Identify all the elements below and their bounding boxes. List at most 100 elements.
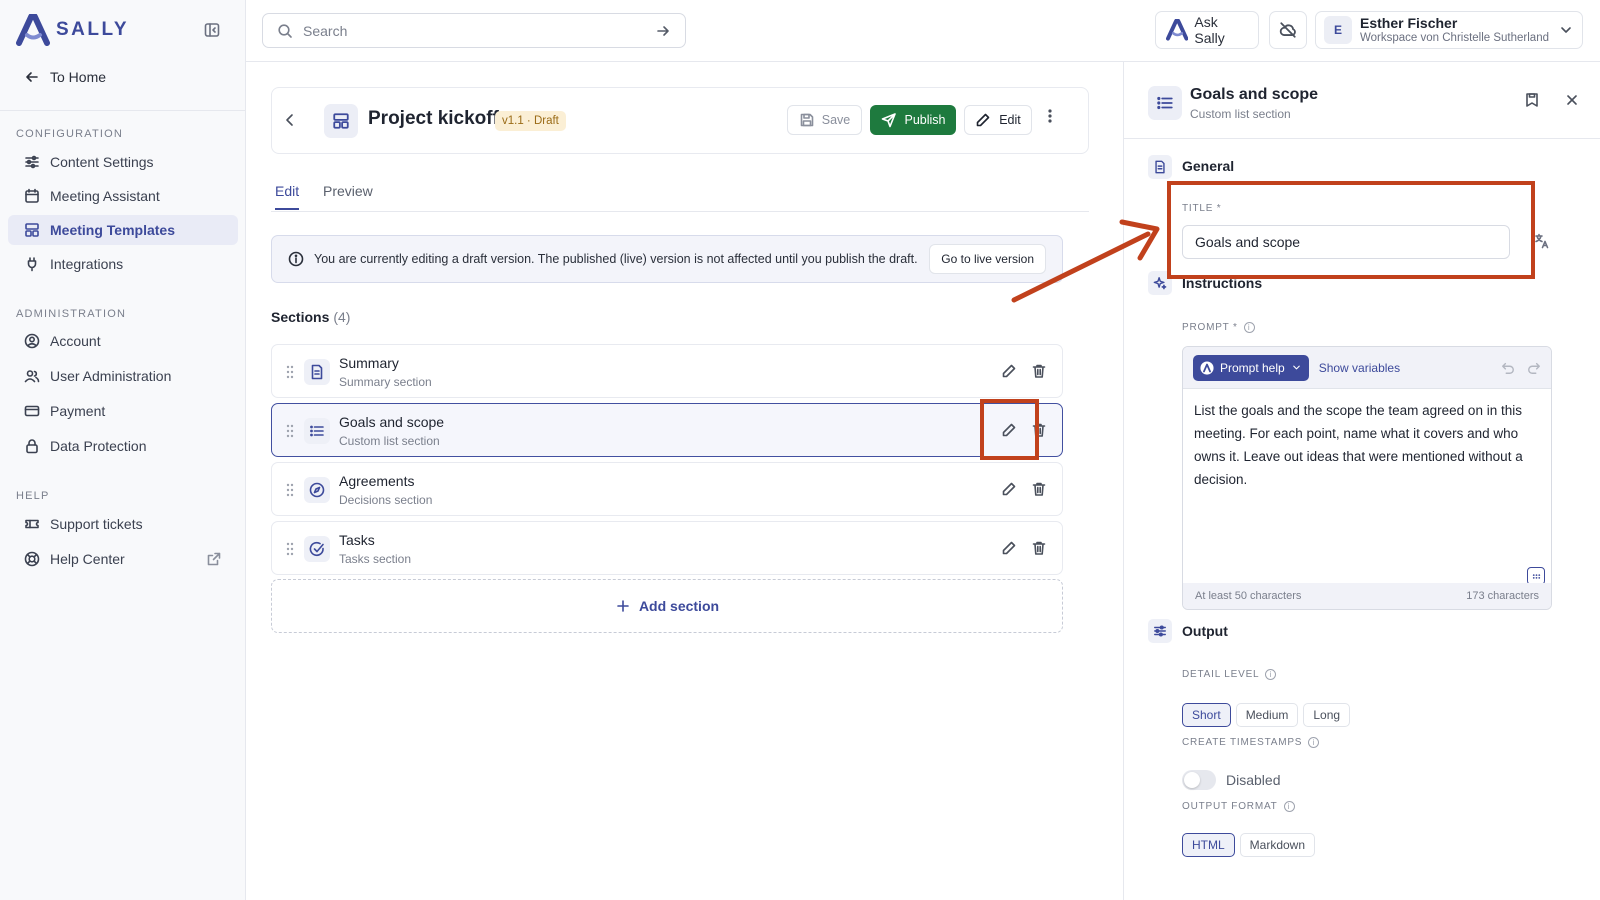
sidebar-item-meeting-templates[interactable]: Meeting Templates <box>8 215 238 245</box>
lock-icon <box>26 439 38 454</box>
trash-icon[interactable] <box>1031 363 1047 379</box>
sidebar-item-help-center[interactable]: Help Center <box>8 544 238 574</box>
panel-header: Goals and scope Custom list section <box>1124 62 1600 139</box>
section-type-icon <box>304 477 330 503</box>
close-icon[interactable] <box>1564 92 1580 108</box>
edit-button[interactable]: Edit <box>964 105 1032 135</box>
sally-logo-icon <box>16 14 50 46</box>
prompt-label-text: PROMPT * <box>1182 322 1238 333</box>
tab-edit[interactable]: Edit <box>275 183 300 210</box>
title-input[interactable] <box>1182 225 1510 259</box>
detail-level-long[interactable]: Long <box>1303 703 1351 727</box>
info-icon: i <box>1265 669 1277 680</box>
sidebar-item-payment[interactable]: Payment <box>8 396 238 426</box>
section-card-agreements[interactable]: Agreements Decisions section <box>271 462 1063 516</box>
drag-handle-icon[interactable] <box>282 423 298 439</box>
grid-dots-icon <box>1532 573 1540 579</box>
list-icon <box>310 425 324 437</box>
prompt-textarea[interactable]: List the goals and the scope the team ag… <box>1183 389 1551 585</box>
sidebar-item-support-tickets[interactable]: Support tickets <box>8 509 238 539</box>
sidebar-item-user-administration[interactable]: User Administration <box>8 361 238 391</box>
template-header: Project kickoff v1.1 · Draft Save Publis… <box>271 87 1089 154</box>
to-home-link[interactable]: To Home <box>24 69 106 85</box>
panel-subtitle: Custom list section <box>1190 107 1291 121</box>
sidebar-item-data-protection[interactable]: Data Protection <box>8 431 238 461</box>
sidebar-item-account[interactable]: Account <box>8 326 238 356</box>
sidebar-item-content-settings[interactable]: Content Settings <box>8 147 238 177</box>
more-options-button[interactable] <box>1042 108 1058 124</box>
format-markdown[interactable]: Markdown <box>1239 833 1316 857</box>
collapse-sidebar-button[interactable] <box>204 22 220 38</box>
pencil-icon[interactable] <box>1001 481 1017 497</box>
detail-level-selector: Short Medium Long <box>1182 703 1351 727</box>
section-administration: ADMINISTRATION <box>16 308 127 320</box>
sally-logo-icon <box>1166 19 1189 41</box>
add-section-button[interactable]: Add section <box>271 579 1063 633</box>
topbar: Search Ask Sally E Esther Fischer Worksp… <box>246 0 1600 62</box>
undo-icon[interactable] <box>1501 361 1515 375</box>
bookmark-save-icon[interactable] <box>1524 92 1540 108</box>
detail-level-label: DETAIL LEVEL i <box>1182 669 1277 680</box>
pencil-icon[interactable] <box>1001 363 1017 379</box>
sally-badge-icon <box>1200 360 1214 375</box>
timestamps-state: Disabled <box>1226 772 1281 788</box>
sections-title: Sections <box>271 309 330 325</box>
card-icon <box>24 405 40 417</box>
sidebar-item-integrations[interactable]: Integrations <box>8 249 238 279</box>
user-menu[interactable]: E Esther Fischer Workspace von Christell… <box>1315 11 1583 49</box>
prompt-help-label: Prompt help <box>1220 360 1285 375</box>
translate-icon[interactable] <box>1534 233 1550 249</box>
drag-handle-icon[interactable] <box>282 541 298 557</box>
ask-sally-button[interactable]: Ask Sally <box>1155 11 1259 49</box>
min-chars-hint: At least 50 characters <box>1195 590 1302 602</box>
search-input[interactable]: Search <box>262 13 686 48</box>
section-detail-panel: Goals and scope Custom list section Gene… <box>1123 62 1600 900</box>
sidebar-item-label: Integrations <box>50 256 124 272</box>
section-configuration: CONFIGURATION <box>16 128 124 140</box>
tab-preview[interactable]: Preview <box>323 183 373 208</box>
publish-button[interactable]: Publish <box>870 105 956 135</box>
format-html[interactable]: HTML <box>1182 833 1235 857</box>
section-type-icon <box>304 418 330 444</box>
panel-section-icon <box>1148 86 1182 120</box>
section-type-icon <box>304 359 330 385</box>
pencil-icon[interactable] <box>1001 540 1017 556</box>
prompt-help-button[interactable]: Prompt help <box>1193 354 1309 381</box>
back-button[interactable] <box>282 112 298 128</box>
save-button[interactable]: Save <box>787 105 862 135</box>
go-to-live-button[interactable]: Go to live version <box>929 244 1046 274</box>
pencil-icon[interactable] <box>1001 422 1017 438</box>
arrow-left-icon <box>26 72 38 82</box>
general-group-icon <box>1148 155 1172 179</box>
info-icon: i <box>1308 737 1320 748</box>
external-link-icon <box>207 552 221 566</box>
plug-icon <box>27 257 37 272</box>
user-info: Esther Fischer Workspace von Christelle … <box>1360 15 1549 45</box>
arrow-right-icon <box>657 25 669 36</box>
section-card-tasks[interactable]: Tasks Tasks section <box>271 521 1063 575</box>
redo-icon[interactable] <box>1527 361 1541 375</box>
trash-icon[interactable] <box>1031 481 1047 497</box>
sally-logo[interactable]: SALLY <box>16 14 129 46</box>
compass-icon <box>309 482 325 498</box>
drag-handle-icon[interactable] <box>282 364 298 380</box>
section-type-icon <box>304 536 330 562</box>
section-name: Summary <box>339 355 399 371</box>
visibility-toggle-button[interactable] <box>1269 11 1307 49</box>
timestamps-toggle[interactable] <box>1182 770 1216 790</box>
drag-handle-icon[interactable] <box>282 482 298 498</box>
detail-level-medium[interactable]: Medium <box>1235 703 1299 727</box>
user-circle-icon <box>24 333 40 349</box>
detail-level-short[interactable]: Short <box>1182 703 1231 727</box>
section-card-goals-and-scope[interactable]: Goals and scope Custom list section <box>271 403 1063 457</box>
sidebar-item-meeting-assistant[interactable]: Meeting Assistant <box>8 181 238 211</box>
sidebar-item-label: Support tickets <box>50 516 143 532</box>
pencil-icon <box>976 113 990 127</box>
section-card-summary[interactable]: Summary Summary section <box>271 344 1063 398</box>
sidebar: SALLY To Home CONFIGURATION Content Sett… <box>0 0 246 900</box>
show-variables-link[interactable]: Show variables <box>1319 361 1400 375</box>
ticket-icon <box>25 519 39 529</box>
trash-icon[interactable] <box>1031 540 1047 556</box>
trash-icon[interactable] <box>1031 422 1047 438</box>
publish-label: Publish <box>904 113 946 127</box>
